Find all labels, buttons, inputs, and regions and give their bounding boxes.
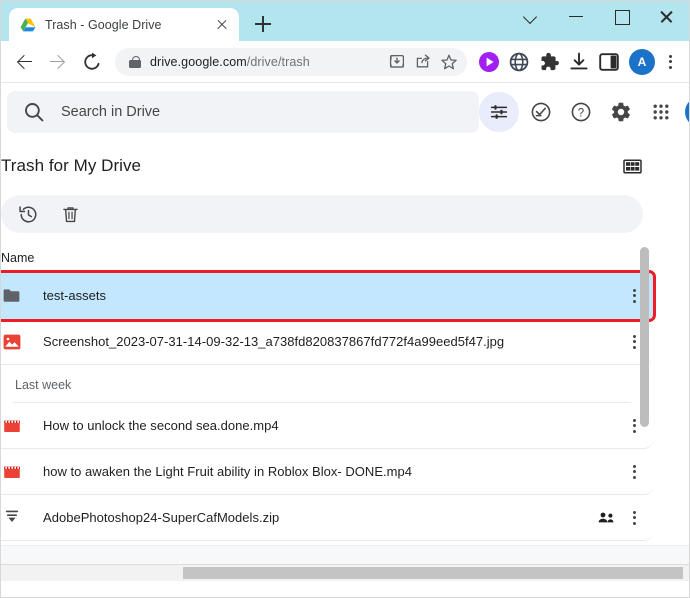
folder-icon <box>1 285 23 307</box>
vertical-scrollbar-thumb[interactable] <box>640 247 649 427</box>
search-input[interactable]: Search in Drive <box>7 91 479 133</box>
search-icon <box>23 101 45 123</box>
profile-avatar[interactable]: A <box>629 49 655 75</box>
chevron-down-icon[interactable] <box>509 1 554 31</box>
file-list: test-assets Screenshot_2023-07-31-14-09-… <box>1 273 667 541</box>
help-icon[interactable]: ? <box>563 94 599 130</box>
grid-view-icon[interactable] <box>615 149 649 183</box>
svg-text:?: ? <box>578 107 584 119</box>
url-domain: drive.google.com <box>150 55 247 69</box>
extensions-puzzle-icon[interactable] <box>535 48 563 76</box>
tab-trash-google-drive[interactable]: Trash - Google Drive <box>9 8 239 41</box>
browser-menu-icon[interactable] <box>659 48 681 76</box>
google-apps-grid-icon[interactable] <box>643 94 679 130</box>
table-row[interactable]: how to awaken the Light Fruit ability in… <box>1 449 653 495</box>
close-window-icon[interactable] <box>644 1 689 31</box>
file-name: AdobePhotoshop24-SuperCafModels.zip <box>43 510 589 525</box>
maximize-icon[interactable] <box>599 1 644 31</box>
delete-forever-button[interactable] <box>53 197 87 231</box>
drive-content: Trash for My Drive <box>1 141 689 581</box>
star-icon[interactable] <box>437 50 461 74</box>
close-tab-icon[interactable] <box>213 16 231 34</box>
globe-extension-icon[interactable] <box>505 48 533 76</box>
tab-title: Trash - Google Drive <box>45 18 207 32</box>
new-tab-button[interactable] <box>249 10 277 38</box>
settings-gear-icon[interactable] <box>603 94 639 130</box>
group-label-last-week: Last week <box>1 365 653 402</box>
profile-initial: A <box>638 55 647 69</box>
install-app-icon[interactable] <box>385 50 409 74</box>
horizontal-scrollbar-thumb[interactable] <box>183 567 683 579</box>
side-panel-icon[interactable] <box>595 48 623 76</box>
account-avatar[interactable] <box>685 97 690 127</box>
media-player-extension-icon[interactable] <box>475 48 503 76</box>
horizontal-scrollbar[interactable] <box>1 564 689 581</box>
back-button[interactable] <box>9 47 39 77</box>
file-name: How to unlock the second sea.done.mp4 <box>43 418 615 433</box>
page-title: Trash for My Drive <box>1 156 615 176</box>
share-icon[interactable] <box>411 50 435 74</box>
minimize-icon[interactable] <box>554 1 599 31</box>
table-row[interactable]: test-assets <box>1 273 653 319</box>
address-bar[interactable]: drive.google.com/drive/trash <box>115 48 467 76</box>
video-file-icon <box>1 461 23 483</box>
browser-window: Trash - Google Drive drive.google.com/dr… <box>0 0 690 598</box>
tab-strip: Trash - Google Drive <box>1 1 689 41</box>
file-name: test-assets <box>43 288 615 303</box>
url-text: drive.google.com/drive/trash <box>150 55 383 69</box>
image-file-icon <box>1 331 23 353</box>
google-drive-icon <box>20 17 36 33</box>
window-controls <box>509 1 689 31</box>
file-name: how to awaken the Light Fruit ability in… <box>43 464 615 479</box>
trash-action-bar <box>1 195 643 233</box>
table-row[interactable]: AdobePhotoshop24-SuperCafModels.zip <box>1 495 653 541</box>
panel-header: Trash for My Drive <box>1 141 667 191</box>
lock-icon <box>129 55 141 68</box>
file-name: Screenshot_2023-07-31-14-09-32-13_a738fd… <box>43 334 615 349</box>
column-header-name: Name <box>1 243 667 273</box>
forward-button[interactable] <box>43 47 73 77</box>
trash-panel: Trash for My Drive <box>1 141 667 565</box>
vertical-scrollbar[interactable] <box>640 247 649 547</box>
shared-people-icon <box>597 509 615 527</box>
url-path: /drive/trash <box>247 55 310 69</box>
browser-toolbar: drive.google.com/drive/trash <box>1 41 689 83</box>
archive-zip-icon <box>1 507 23 529</box>
table-row[interactable]: Screenshot_2023-07-31-14-09-32-13_a738fd… <box>1 319 653 365</box>
search-options-tune-icon[interactable] <box>479 92 519 132</box>
downloads-icon[interactable] <box>565 48 593 76</box>
page-bottom-strip <box>1 545 689 564</box>
drive-header: Search in Drive ? <box>1 83 689 141</box>
reload-button[interactable] <box>77 47 107 77</box>
search-placeholder: Search in Drive <box>61 104 473 120</box>
table-row[interactable]: How to unlock the second sea.done.mp4 <box>1 403 653 449</box>
restore-from-trash-button[interactable] <box>11 197 45 231</box>
video-file-icon <box>1 415 23 437</box>
active-tasks-icon[interactable] <box>523 94 559 130</box>
